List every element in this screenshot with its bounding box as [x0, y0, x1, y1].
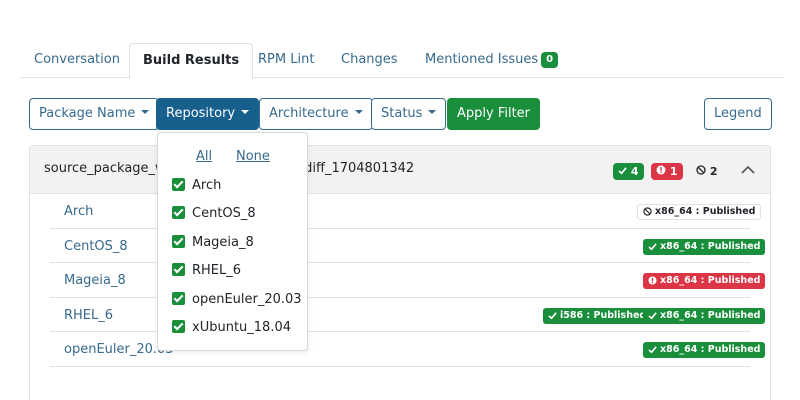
status-label: x86_64 : Published: [660, 344, 761, 355]
tab-label: RPM Lint: [258, 52, 315, 67]
tab-label: Conversation: [34, 52, 120, 67]
failed-count-badge: 1: [651, 163, 683, 180]
tab-rpm-lint[interactable]: RPM Lint: [245, 43, 327, 78]
check-icon: [648, 346, 657, 354]
status-badge[interactable]: x86_64 : Published: [643, 342, 766, 358]
status-label: x86_64 : Published: [660, 309, 761, 321]
check-icon: [618, 167, 627, 175]
architecture-filter-label: Architecture: [269, 106, 349, 121]
exclamation-circle-icon: [656, 165, 666, 175]
repository-dropdown-menu: All None Arch CentOS_8 Mageia_8 RHEL_6 o…: [157, 132, 308, 351]
checkbox[interactable]: [172, 235, 185, 248]
caret-down-icon: [141, 110, 150, 114]
package-header[interactable]: source_package_with_requestuest_and_diff…: [30, 146, 770, 194]
apply-filter-label: Apply Filter: [457, 106, 531, 121]
repo-option-mageia8[interactable]: Mageia_8: [172, 233, 254, 253]
tab-changes[interactable]: Changes: [328, 43, 411, 78]
ban-icon: [696, 165, 706, 175]
result-row-openeuler: openEuler_20.03 x86_64 : Published: [50, 332, 766, 367]
repo-option-label: Mageia_8: [192, 235, 254, 250]
tab-mentioned-issues[interactable]: Mentioned Issues 0: [412, 43, 571, 78]
package-name-start: source_package_w: [44, 161, 166, 176]
package-name-filter-button[interactable]: Package Name: [29, 98, 160, 130]
tab-label: Mentioned Issues: [425, 52, 539, 67]
status-filter-label: Status: [381, 106, 423, 121]
repo-link-mageia8[interactable]: Mageia_8: [64, 273, 126, 288]
chevron-up-icon[interactable]: [738, 160, 758, 180]
checkbox[interactable]: [172, 320, 185, 333]
status-label: x86_64 : Published: [655, 206, 756, 217]
repo-option-rhel6[interactable]: RHEL_6: [172, 261, 241, 281]
status-badge[interactable]: x86_64 : Published: [643, 307, 766, 324]
repo-option-arch[interactable]: Arch: [172, 176, 221, 196]
result-row-arch: Arch x86_64 : Published: [50, 194, 762, 229]
status-label: x86_64 : Published: [660, 275, 761, 286]
succeeded-count-badge: 4: [613, 163, 644, 180]
repository-filter-label: Repository: [166, 106, 236, 121]
tab-bar: Conversation Build Results RPM Lint Chan…: [21, 43, 784, 79]
caret-down-icon: [354, 110, 363, 114]
tab-build-results[interactable]: Build Results: [129, 43, 254, 79]
succeeded-count: 4: [630, 165, 639, 178]
mentioned-issues-count-badge: 0: [541, 52, 559, 68]
legend-label: Legend: [714, 106, 762, 121]
exclamation-circle-icon: [648, 276, 657, 285]
status-badge[interactable]: x86_64 : Published: [643, 238, 766, 255]
result-row-mageia8: Mageia_8 x86_64 : Published: [50, 263, 766, 298]
checkbox[interactable]: [172, 178, 185, 191]
architecture-filter-button[interactable]: Architecture: [259, 98, 373, 130]
status-label: x86_64 : Published: [660, 240, 761, 252]
tab-label: Changes: [341, 52, 398, 67]
check-icon: [648, 242, 657, 250]
check-icon: [548, 311, 557, 319]
results-list: Arch x86_64 : Published CentOS_8 x86_64 …: [50, 194, 766, 400]
repo-option-label: CentOS_8: [192, 206, 256, 221]
check-icon: [648, 311, 657, 319]
result-row-rhel6: RHEL_6 i586 : Published x86_64 : Publish…: [50, 298, 766, 332]
tab-label: Build Results: [143, 53, 240, 68]
ban-icon: [643, 207, 652, 216]
failed-count: 1: [669, 165, 678, 178]
caret-down-icon: [241, 110, 250, 114]
repo-link-arch[interactable]: Arch: [64, 204, 93, 219]
repo-option-label: xUbuntu_18.04: [192, 320, 291, 335]
result-row-centos8: CentOS_8 x86_64 : Published: [50, 229, 766, 263]
status-badge[interactable]: x86_64 : Published: [637, 204, 762, 220]
package-name-filter-label: Package Name: [39, 106, 136, 121]
status-badge[interactable]: i586 : Published: [543, 307, 652, 324]
status-filter-button[interactable]: Status: [371, 98, 447, 130]
repo-option-xubuntu[interactable]: xUbuntu_18.04: [172, 318, 291, 338]
checkbox[interactable]: [172, 292, 185, 305]
repo-option-centos8[interactable]: CentOS_8: [172, 204, 256, 224]
result-row-partial: [50, 367, 750, 400]
status-badge[interactable]: x86_64 : Published: [643, 273, 766, 289]
build-results-card: source_package_with_requestuest_and_diff…: [29, 145, 771, 400]
select-all-link[interactable]: All: [196, 149, 212, 164]
status-label: i586 : Published: [560, 309, 647, 321]
select-none-link[interactable]: None: [236, 149, 270, 164]
checkbox[interactable]: [172, 206, 185, 219]
repo-link-centos8[interactable]: CentOS_8: [64, 239, 128, 254]
apply-filter-button[interactable]: Apply Filter: [447, 98, 541, 130]
unresolvable-count: 2: [709, 165, 718, 178]
repo-option-label: RHEL_6: [192, 263, 242, 278]
unresolvable-count-badge: 2: [691, 163, 723, 180]
repository-filter-button[interactable]: Repository: [156, 98, 260, 130]
checkbox[interactable]: [172, 263, 185, 276]
repo-option-label: Arch: [192, 178, 222, 193]
legend-button[interactable]: Legend: [704, 98, 772, 130]
caret-down-icon: [428, 110, 437, 114]
repo-link-rhel6[interactable]: RHEL_6: [64, 308, 113, 323]
tab-conversation[interactable]: Conversation: [21, 43, 133, 78]
repo-option-label: openEuler_20.03: [192, 292, 302, 307]
repo-option-openeuler[interactable]: openEuler_20.03: [172, 290, 302, 310]
